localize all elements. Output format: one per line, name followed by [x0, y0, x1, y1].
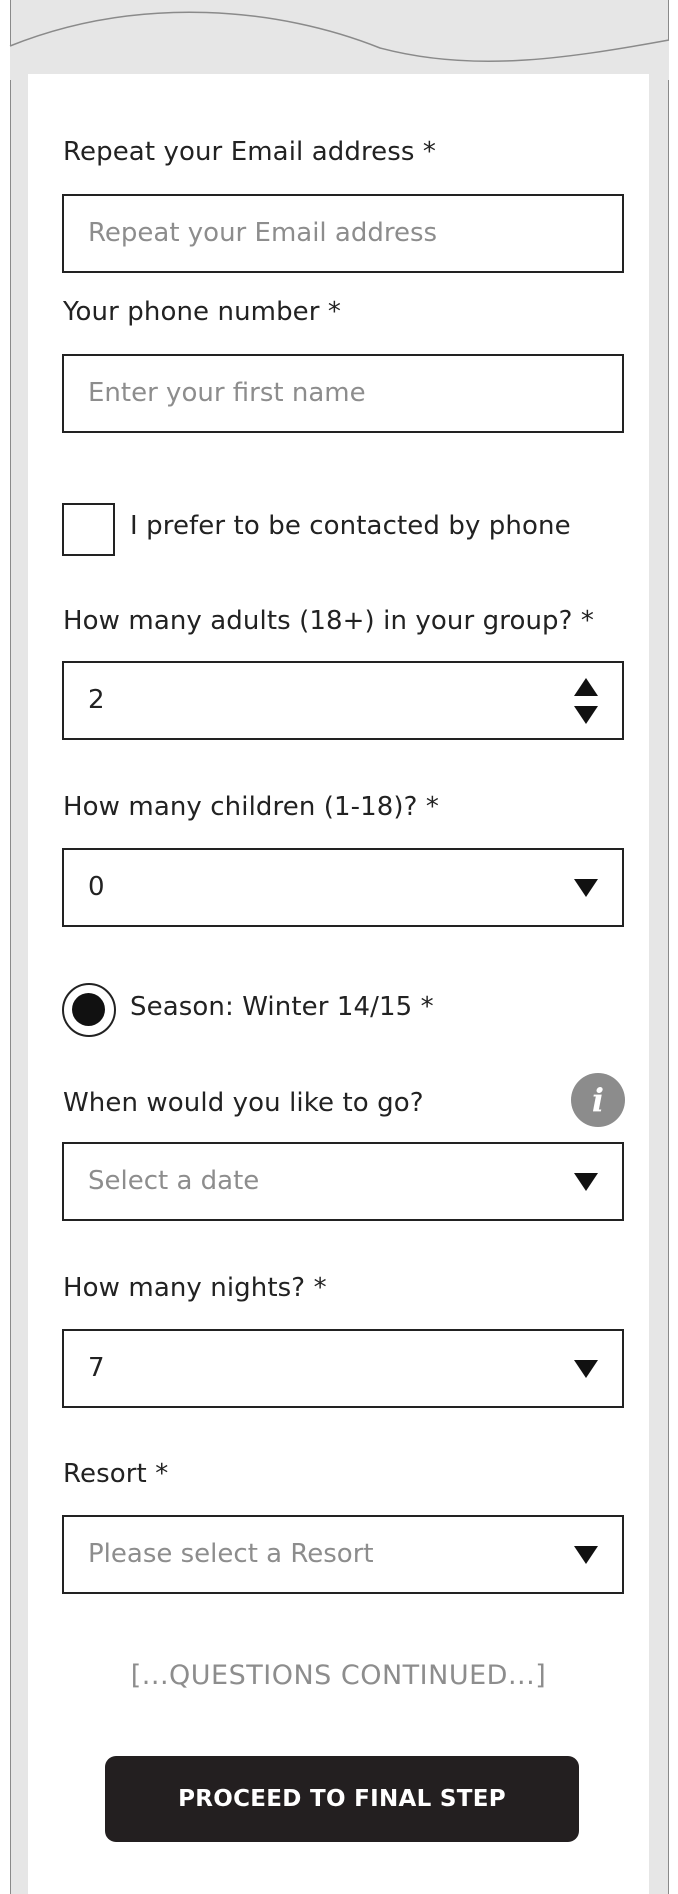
- travel-date-placeholder: Select a date: [88, 1166, 260, 1196]
- adults-label: How many adults (18+) in your group? *: [63, 606, 595, 636]
- children-label: How many children (1-18)? *: [63, 792, 440, 822]
- season-radio[interactable]: [62, 983, 116, 1037]
- adults-value: 2: [88, 685, 105, 715]
- resort-label: Resort *: [63, 1459, 169, 1489]
- repeat-email-label: Repeat your Email address *: [63, 137, 437, 167]
- info-icon[interactable]: i: [571, 1073, 625, 1127]
- phone-placeholder: Enter your first name: [88, 378, 366, 408]
- chevron-down-icon: [574, 1360, 598, 1378]
- phone-label: Your phone number *: [63, 297, 342, 327]
- children-select[interactable]: 0: [62, 848, 624, 927]
- repeat-email-placeholder: Repeat your Email address: [88, 218, 438, 248]
- repeat-email-input[interactable]: Repeat your Email address: [62, 194, 624, 273]
- contact-by-phone-label: I prefer to be contacted by phone: [130, 511, 571, 541]
- chevron-down-icon: [574, 1546, 598, 1564]
- travel-date-select[interactable]: Select a date: [62, 1142, 624, 1221]
- nights-value: 7: [88, 1353, 105, 1383]
- phone-input[interactable]: Enter your first name: [62, 354, 624, 433]
- resort-select[interactable]: Please select a Resort: [62, 1515, 624, 1594]
- radio-selected-dot: [72, 993, 105, 1026]
- contact-by-phone-checkbox[interactable]: [62, 503, 115, 556]
- nights-label: How many nights? *: [63, 1273, 327, 1303]
- season-label: Season: Winter 14/15 *: [130, 992, 434, 1022]
- chevron-down-icon: [574, 879, 598, 897]
- torn-paper-edge: [9, 11, 670, 80]
- chevron-down-icon: [574, 1173, 598, 1191]
- proceed-to-final-step-button[interactable]: PROCEED TO FINAL STEP: [105, 1756, 579, 1842]
- resort-placeholder: Please select a Resort: [88, 1539, 374, 1569]
- nights-select[interactable]: 7: [62, 1329, 624, 1408]
- increment-arrow-icon[interactable]: [574, 678, 598, 696]
- decrement-arrow-icon[interactable]: [574, 706, 598, 724]
- questions-continued-note: [...QUESTIONS CONTINUED...]: [130, 1660, 547, 1691]
- adults-number-input[interactable]: 2: [62, 661, 624, 740]
- form-card: [28, 74, 649, 1894]
- travel-date-label: When would you like to go?: [63, 1088, 424, 1118]
- children-value: 0: [88, 872, 105, 902]
